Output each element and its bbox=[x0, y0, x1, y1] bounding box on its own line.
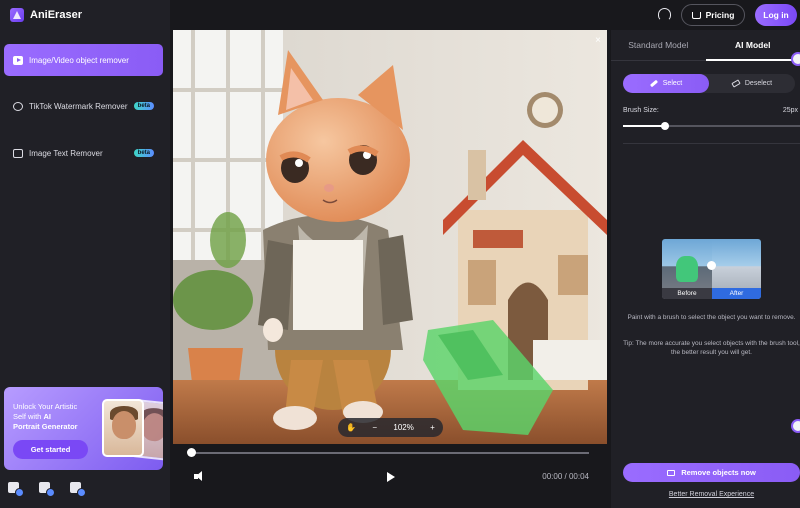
tab-ai-model[interactable]: AI Model bbox=[705, 30, 800, 61]
sidebar-item-tiktok-watermark[interactable]: TikTok Watermark Remover beta bbox=[4, 90, 163, 122]
timeline-scrubber[interactable] bbox=[187, 448, 196, 457]
divider bbox=[623, 143, 800, 144]
video-frame-image bbox=[173, 30, 607, 444]
get-started-button[interactable]: Get started bbox=[13, 440, 88, 459]
ios-icon[interactable] bbox=[70, 482, 86, 497]
sidebar: AniEraser Image/Video object remover Tik… bbox=[0, 0, 170, 508]
close-icon[interactable]: × bbox=[595, 35, 601, 46]
sidebar-item-label: TikTok Watermark Remover bbox=[29, 101, 128, 111]
sidebar-item-image-text-remover[interactable]: Image Text Remover beta bbox=[4, 137, 163, 169]
remove-label: Remove objects now bbox=[681, 468, 756, 477]
video-play-icon bbox=[13, 55, 23, 65]
editor-canvas[interactable]: × bbox=[173, 30, 607, 444]
logo-icon bbox=[10, 8, 24, 22]
floating-help-button[interactable] bbox=[791, 52, 800, 66]
headset-icon[interactable] bbox=[658, 8, 671, 21]
before-label: Before bbox=[662, 288, 712, 299]
windows-icon[interactable] bbox=[8, 482, 24, 497]
better-removal-link[interactable]: Better Removal Experience bbox=[623, 491, 800, 498]
instruction-text: Paint with a brush to select the object … bbox=[627, 314, 796, 321]
brush-size-value: 25px bbox=[782, 107, 798, 114]
pricing-button[interactable]: Pricing bbox=[681, 4, 745, 26]
deselect-button[interactable]: Deselect bbox=[709, 74, 795, 93]
beta-badge: beta bbox=[133, 102, 154, 110]
promo-line-1: Unlock Your Artistic bbox=[13, 402, 78, 411]
app-name: AniEraser bbox=[30, 9, 82, 21]
promo-line-2: Self with AI bbox=[13, 412, 103, 422]
deselect-label: Deselect bbox=[744, 80, 773, 87]
beta-badge: beta bbox=[133, 149, 154, 157]
pricing-label: Pricing bbox=[705, 10, 735, 20]
play-icon[interactable] bbox=[387, 472, 395, 482]
remove-icon bbox=[667, 469, 676, 476]
sidebar-item-label: Image Text Remover bbox=[29, 148, 103, 158]
selected-object bbox=[676, 256, 698, 282]
platform-icons bbox=[8, 482, 86, 497]
video-player-controls: 00:00 / 00:04 bbox=[173, 444, 607, 508]
promo-banner[interactable]: Unlock Your Artistic Self with AI Portra… bbox=[4, 387, 163, 470]
portrait-thumbnail bbox=[102, 399, 144, 457]
select-mode-toggle: Select Deselect bbox=[623, 74, 795, 93]
select-label: Select bbox=[662, 80, 683, 87]
login-button[interactable]: Log in bbox=[755, 4, 797, 26]
promo-text: Unlock Your Artistic Self with AI Portra… bbox=[13, 402, 103, 432]
volume-icon[interactable] bbox=[194, 471, 205, 482]
hand-pan-icon[interactable]: ✋ bbox=[346, 423, 356, 432]
zoom-level: 102% bbox=[393, 423, 414, 432]
brush-size-slider[interactable] bbox=[623, 122, 800, 130]
promo-line-3: Portrait Generator bbox=[13, 422, 78, 431]
zoom-in-button[interactable]: + bbox=[430, 423, 435, 432]
before-after-preview: Before After bbox=[662, 239, 761, 299]
model-tabs: Standard Model AI Model bbox=[611, 30, 800, 61]
tab-standard-model[interactable]: Standard Model bbox=[611, 30, 706, 60]
after-label: After bbox=[712, 288, 761, 299]
remove-objects-button[interactable]: Remove objects now bbox=[623, 463, 800, 482]
eraser-icon bbox=[731, 79, 741, 88]
slider-handle[interactable] bbox=[661, 122, 670, 130]
tiktok-icon bbox=[13, 101, 23, 111]
promo-line-2-bold: AI bbox=[43, 412, 51, 421]
cart-icon bbox=[691, 11, 701, 19]
slider-fill bbox=[623, 125, 666, 127]
tip-text: Tip: The more accurate you select object… bbox=[623, 340, 800, 356]
promo-line-2-prefix: Self with bbox=[13, 412, 42, 421]
app-logo[interactable]: AniEraser bbox=[10, 6, 82, 24]
select-button[interactable]: Select bbox=[623, 74, 709, 93]
floating-chat-button[interactable] bbox=[791, 419, 800, 433]
compare-handle bbox=[707, 261, 716, 270]
tool-panel: Standard Model AI Model Select Deselect … bbox=[611, 30, 800, 508]
sidebar-item-object-remover[interactable]: Image/Video object remover bbox=[4, 44, 163, 76]
playback-time: 00:00 / 00:04 bbox=[542, 472, 589, 481]
zoom-out-button[interactable]: − bbox=[372, 423, 377, 432]
app-root: AniEraser Image/Video object remover Tik… bbox=[0, 0, 800, 508]
brush-size-label: Brush Size: bbox=[623, 107, 659, 114]
sidebar-item-label: Image/Video object remover bbox=[29, 55, 129, 65]
zoom-controls: ✋ − 102% + bbox=[338, 418, 443, 437]
timeline-track[interactable] bbox=[191, 452, 589, 454]
brush-icon bbox=[649, 79, 658, 88]
image-text-icon bbox=[13, 148, 23, 158]
mac-icon[interactable] bbox=[39, 482, 55, 497]
